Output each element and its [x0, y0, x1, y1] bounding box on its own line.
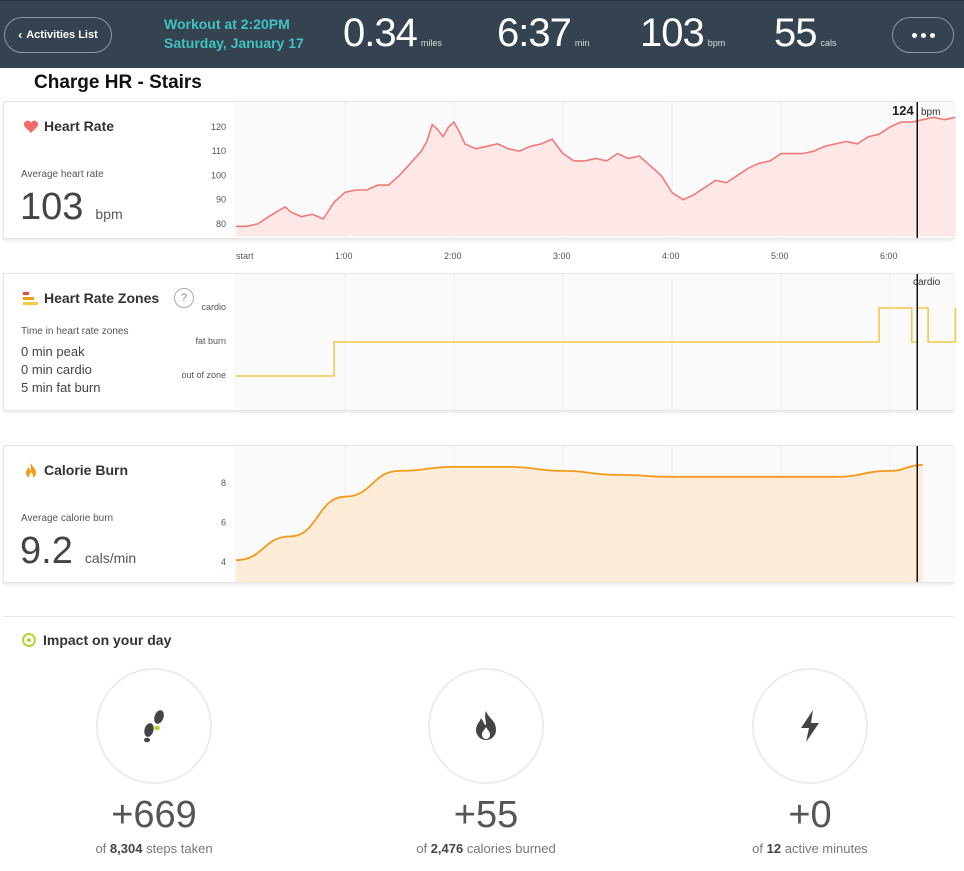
time-axis-tick: 2:00: [444, 251, 462, 261]
calorie-y-tick: 8: [221, 478, 226, 488]
impact-calories-total: of 2,476 calories burned: [416, 841, 556, 856]
time-axis-tick: 3:00: [553, 251, 571, 261]
impact-steps: +669 of 8,304 steps taken: [34, 668, 274, 856]
zone-axis-label: out of zone: [181, 370, 226, 380]
calorie-y-tick: 6: [221, 517, 226, 527]
time-axis-tick: 6:00: [880, 251, 898, 261]
impact-steps-total: of 8,304 steps taken: [95, 841, 213, 856]
time-axis-tick: 1:00: [335, 251, 353, 261]
heart-rate-cursor-unit: bpm: [921, 107, 940, 118]
impact-active-circle: [752, 668, 868, 784]
impact-active-delta: +0: [788, 794, 832, 836]
footsteps-icon: [144, 710, 164, 743]
time-axis-tick: 4:00: [662, 251, 680, 261]
zone-axis-label: cardio: [201, 302, 226, 312]
impact-calories: +55 of 2,476 calories burned: [366, 668, 606, 856]
heart-rate-y-tick: 80: [216, 219, 226, 229]
impact-steps-delta: +669: [111, 794, 197, 836]
heart-rate-y-tick: 100: [211, 170, 226, 180]
impact-calories-circle: [428, 668, 544, 784]
impact-steps-circle: [96, 668, 212, 784]
section-divider: [3, 616, 954, 617]
time-axis-tick: start: [236, 251, 254, 261]
impact-active-minutes: +0 of 12 active minutes: [690, 668, 930, 856]
lightning-icon: [801, 710, 819, 742]
heart-rate-cursor-value: 124: [892, 103, 914, 118]
heart-rate-y-tick: 120: [211, 122, 226, 132]
heart-rate-y-tick: 90: [216, 195, 226, 205]
flame-icon: [476, 711, 496, 740]
impact-active-total: of 12 active minutes: [752, 841, 868, 856]
activity-charts: 80 90 100 110 120 124 bpm start 1:00 2:00 3:00 4:00…: [181, 102, 957, 582]
calorie-y-tick: 4: [221, 557, 226, 567]
impact-calories-delta: +55: [453, 794, 519, 836]
impact-title: Impact on your day: [43, 632, 172, 648]
target-icon: [22, 633, 36, 647]
heart-rate-y-tick: 110: [212, 146, 226, 156]
time-axis-tick: 5:00: [771, 251, 789, 261]
zone-axis-label: fat burn: [195, 336, 226, 346]
